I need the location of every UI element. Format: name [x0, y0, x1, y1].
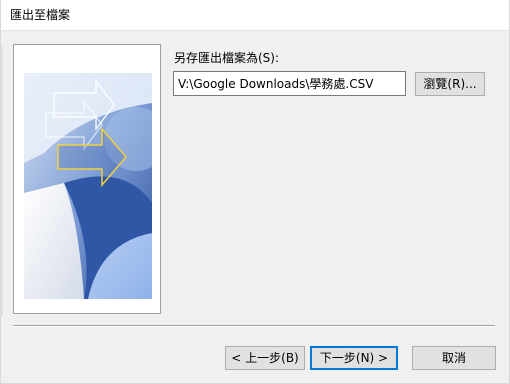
left-edge-accent [1, 46, 3, 316]
title-bar: 匯出至檔案 [1, 0, 509, 31]
export-path-input[interactable] [173, 71, 406, 96]
next-button[interactable]: 下一步(N) > [310, 346, 398, 370]
divider-line [13, 325, 495, 327]
wizard-art-icon [24, 73, 152, 299]
export-dialog: 匯出至檔案 另存匯出檔案為(S): V:\Google Downloads\學務… [0, 0, 510, 384]
back-button[interactable]: < 上一步(B) [225, 346, 305, 370]
save-as-label: 另存匯出檔案為(S): [174, 51, 280, 65]
cancel-button[interactable]: 取消 [412, 346, 496, 370]
browse-button[interactable]: 瀏覽(R)... [415, 72, 485, 96]
window-title: 匯出至檔案 [10, 8, 71, 22]
wizard-side-panel [13, 44, 161, 314]
